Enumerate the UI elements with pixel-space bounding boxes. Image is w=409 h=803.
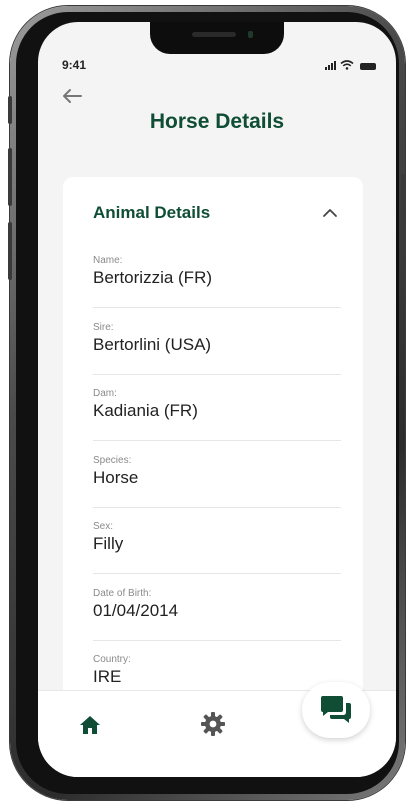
field-label: Country: <box>93 654 131 665</box>
gear-icon[interactable] <box>200 711 226 737</box>
phone-volume-down <box>8 222 12 280</box>
front-camera <box>248 31 253 38</box>
arrow-left-icon[interactable] <box>58 82 86 110</box>
field-label: Species: <box>93 455 132 466</box>
divider <box>93 640 341 641</box>
divider <box>93 573 341 574</box>
signal-icon <box>325 61 336 70</box>
field-value: IRE <box>93 667 122 686</box>
field-label: Date of Birth: <box>93 588 152 599</box>
battery-icon <box>360 63 376 70</box>
field-species: Species: Horse <box>93 455 341 508</box>
divider <box>93 307 341 308</box>
field-sire: Sire: Bertorlini (USA) <box>93 322 341 375</box>
status-time: 9:41 <box>62 58 87 72</box>
field-label: Dam: <box>93 388 117 399</box>
speaker-grille <box>192 32 236 37</box>
field-value: Bertorlini (USA) <box>93 335 212 354</box>
field-country: Country: IRE <box>93 654 341 687</box>
page-title: Horse Details <box>149 110 285 133</box>
phone-notch <box>150 22 284 54</box>
field-sex: Sex: Filly <box>93 521 341 574</box>
animal-details-card: Animal Details Name: Bertorizzia (FR) Si… <box>63 177 363 717</box>
phone-power-button <box>401 174 405 258</box>
status-icons <box>325 60 376 70</box>
divider <box>93 374 341 375</box>
home-icon[interactable] <box>78 713 102 737</box>
field-dam: Dam: Kadiania (FR) <box>93 388 341 441</box>
divider <box>93 440 341 441</box>
chat-bubbles-icon <box>321 696 351 723</box>
wifi-icon <box>340 60 354 70</box>
app-screen: 9:41 Horse Details Animal Details Name: … <box>38 22 396 777</box>
chevron-up-icon[interactable] <box>321 207 339 219</box>
field-label: Sex: <box>93 521 114 532</box>
field-name: Name: Bertorizzia (FR) <box>93 255 341 308</box>
field-value: Bertorizzia (FR) <box>93 268 213 287</box>
field-label: Name: <box>93 255 123 266</box>
chat-button[interactable] <box>302 682 370 738</box>
field-value: Horse <box>93 468 139 487</box>
field-label: Sire: <box>93 322 114 333</box>
field-value: Filly <box>93 534 124 553</box>
field-date-of-birth: Date of Birth: 01/04/2014 <box>93 588 341 641</box>
phone-volume-up <box>8 148 12 206</box>
field-value: 01/04/2014 <box>93 601 179 620</box>
field-value: Kadiania (FR) <box>93 401 198 420</box>
card-title: Animal Details <box>93 203 211 222</box>
divider <box>93 507 341 508</box>
phone-side-button <box>8 96 12 124</box>
